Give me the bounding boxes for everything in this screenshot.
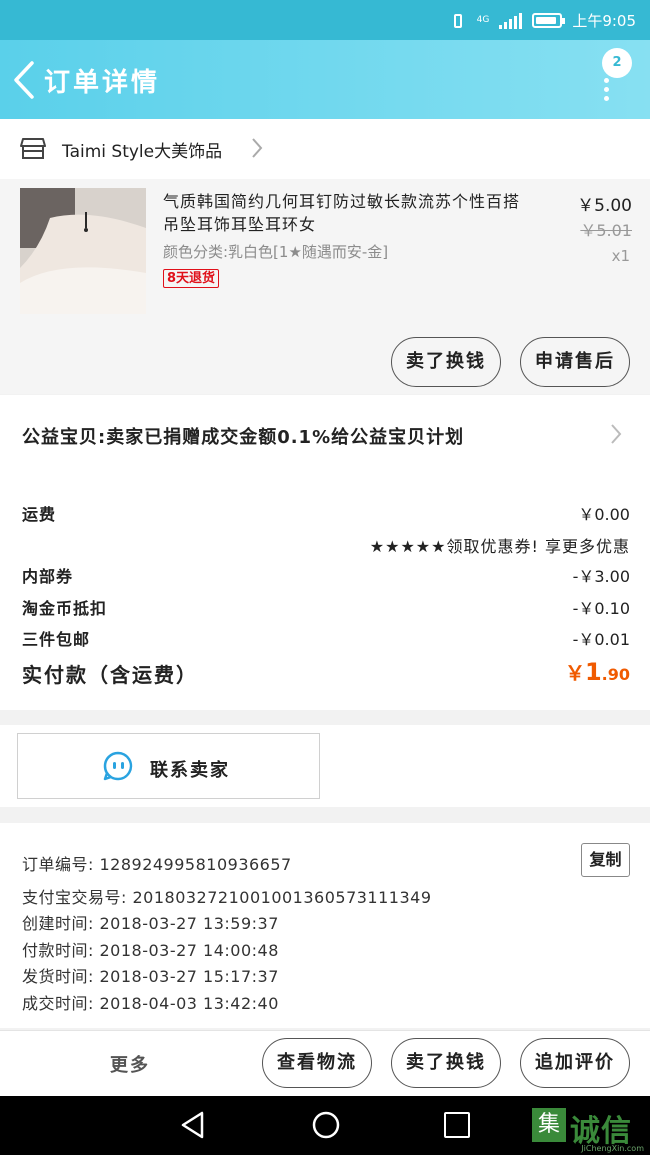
bottom-action-bar: 更多 查看物流 卖了换钱 追加评价 — [0, 1030, 650, 1096]
add-review-button[interactable]: 追加评价 — [520, 1038, 630, 1088]
resell-button[interactable]: 卖了换钱 — [391, 337, 501, 387]
product-title: 气质韩国简约几何耳钉防过敏长款流苏个性百搭吊坠耳饰耳坠耳环女 — [163, 192, 521, 234]
page-title: 订单详情 — [44, 68, 161, 98]
created-time: 创建时间: 2018-03-27 13:59:37 — [22, 914, 279, 933]
copy-button[interactable]: 复制 — [581, 843, 630, 877]
product-sku: 颜色分类:乳白色[1★随遇而安-金] — [163, 243, 389, 261]
vibrate-icon — [449, 12, 467, 30]
fee-summary: 运费 ￥0.00 ★★★★★领取优惠券! 享更多优惠 内部券 -￥3.00 淘金… — [0, 473, 650, 710]
coin-label: 淘金币抵扣 — [22, 599, 108, 618]
more-menu-button[interactable]: 2 — [596, 48, 632, 108]
completed-time: 成交时间: 2018-04-03 13:42:40 — [22, 994, 279, 1013]
total-amount: ￥1.90 — [565, 657, 630, 686]
shipped-time: 发货时间: 2018-03-27 15:17:37 — [22, 967, 279, 986]
charity-row[interactable]: 公益宝贝:卖家已捐赠成交金额0.1%给公益宝贝计划 — [0, 395, 650, 473]
contact-seller-button[interactable]: 联系卖家 — [17, 733, 320, 799]
alipay-number: 支付宝交易号: 2018032721001001360573111349 — [22, 888, 432, 907]
network-type: 4G — [476, 15, 490, 25]
product-photo — [20, 188, 146, 314]
chat-face-icon — [103, 751, 133, 781]
status-bar: 4G 上午9:05 — [0, 0, 650, 40]
bundle-shipping-row: 三件包邮 -￥0.01 — [22, 622, 630, 652]
product-original-price: ￥5.01 — [580, 221, 632, 240]
system-nav-bar: 集 诚信 JiChengXin.com — [0, 1096, 650, 1155]
bundle-value: -￥0.01 — [572, 630, 630, 649]
total-currency: ￥ — [564, 661, 585, 685]
chevron-right-icon — [611, 424, 622, 444]
product-thumbnail[interactable] — [20, 188, 146, 314]
more-button[interactable]: 更多 — [110, 1051, 150, 1077]
product-quantity: x1 — [611, 247, 630, 265]
back-arrow-icon[interactable] — [10, 60, 42, 100]
watermark-logo: 集 诚信 JiChengXin.com — [532, 1106, 644, 1153]
order-info: 订单编号: 128924995810936657 复制 支付宝交易号: 2018… — [0, 823, 650, 1028]
contact-section: 联系卖家 — [0, 725, 650, 807]
notification-badge: 2 — [602, 48, 632, 78]
order-number: 订单编号: 128924995810936657 — [22, 855, 292, 874]
total-label: 实付款（含运费） — [22, 663, 198, 687]
bundle-label: 三件包邮 — [22, 630, 91, 649]
coin-value: -￥0.10 — [572, 599, 630, 618]
coupon-promo-link[interactable]: ★★★★★领取优惠券! 享更多优惠 — [370, 533, 630, 557]
product-price: ￥5.00 — [577, 196, 632, 216]
nav-home-icon[interactable] — [311, 1110, 341, 1140]
watermark-url: JiChengXin.com — [581, 1144, 644, 1153]
contact-seller-label: 联系卖家 — [150, 760, 230, 781]
signal-icon — [499, 12, 523, 29]
coin-row: 淘金币抵扣 -￥0.10 — [22, 591, 630, 621]
total-integer: 1 — [584, 658, 602, 686]
resell-bottom-button[interactable]: 卖了换钱 — [391, 1038, 501, 1088]
shipping-label: 运费 — [22, 505, 57, 524]
shipping-value: ￥0.00 — [578, 505, 630, 524]
after-sale-button[interactable]: 申请售后 — [520, 337, 630, 387]
shop-row[interactable]: Taimi Style大美饰品 — [0, 119, 650, 179]
nav-recents-icon[interactable] — [444, 1112, 470, 1138]
charity-text: 公益宝贝:卖家已捐赠成交金额0.1%给公益宝贝计划 — [22, 427, 465, 448]
chevron-right-icon — [252, 138, 263, 158]
product-item[interactable]: 气质韩国简约几何耳钉防过敏长款流苏个性百搭吊坠耳饰耳坠耳环女 颜色分类:乳白色[… — [0, 179, 650, 394]
nav-back-icon[interactable] — [178, 1110, 208, 1140]
status-icons: 4G 上午9:05 — [449, 10, 636, 31]
watermark-box: 集 — [532, 1108, 566, 1142]
coupon-value: -￥3.00 — [572, 567, 630, 586]
battery-icon — [532, 13, 566, 28]
total-decimal: .90 — [601, 665, 630, 684]
return-policy-badge: 8天退货 — [163, 269, 220, 288]
shipping-row: 运费 ￥0.00 — [22, 497, 630, 527]
coupon-label: 内部券 — [22, 567, 74, 586]
view-logistics-button[interactable]: 查看物流 — [262, 1038, 372, 1088]
more-dots-icon — [604, 78, 609, 101]
paid-time: 付款时间: 2018-03-27 14:00:48 — [22, 941, 279, 960]
app-header: 订单详情 2 — [0, 40, 650, 119]
clock: 上午9:05 — [572, 12, 636, 30]
shop-name: Taimi Style大美饰品 — [62, 142, 223, 162]
shop-icon — [20, 138, 46, 159]
coupon-row: 内部券 -￥3.00 — [22, 559, 630, 589]
